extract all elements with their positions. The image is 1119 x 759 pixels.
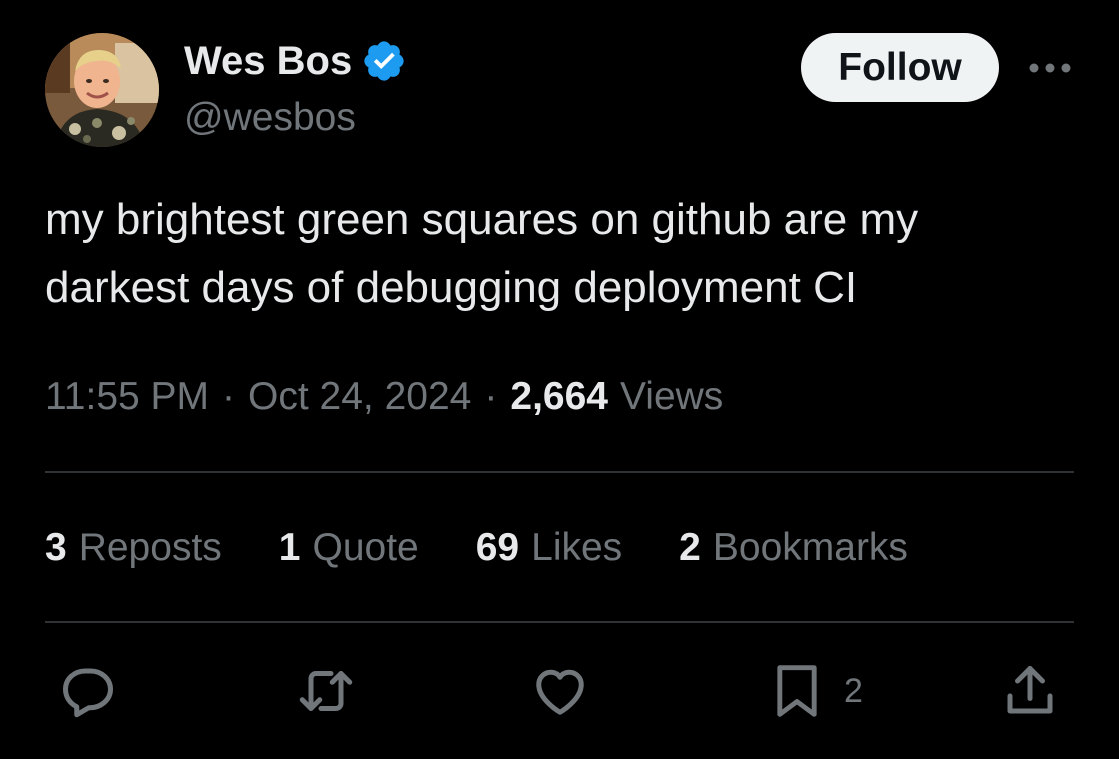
tweet-time[interactable]: 11:55 PM [45,375,209,419]
verified-badge-icon[interactable] [361,38,407,84]
meta-separator: · [222,375,236,418]
tweet-text-line: my brightest green squares on github are… [45,195,919,244]
tweet-text-line: darkest days of debugging deployment CI [45,263,858,312]
bookmark-button[interactable]: 2 [770,661,863,721]
share-icon [1007,666,1053,714]
author-handle[interactable]: @wesbos [184,95,356,141]
author-display-name[interactable]: Wes Bos [184,38,352,84]
profile-photo [45,33,159,147]
stat-label: Reposts [78,526,222,569]
stat-label: Quote [312,526,419,569]
tweet-meta: 11:55 PM · Oct 24, 2024 · 2,664 Views [45,372,723,422]
heart-icon [536,669,584,715]
stat-count: 69 [475,526,520,569]
stat-likes[interactable]: 69 Likes [476,526,622,570]
tweet-text: my brightest green squares on github are… [45,186,1085,322]
like-button[interactable] [530,661,590,721]
engagement-stats: 3 Reposts 1 Quote 69 Likes 2 Bookmarks [45,523,965,573]
reply-icon [63,668,113,718]
stat-label: Bookmarks [712,526,908,569]
stat-count: 2 [679,526,701,569]
stat-count: 1 [278,526,301,569]
tweet-date[interactable]: Oct 24, 2024 [248,375,471,419]
stat-label: Likes [531,526,623,569]
stat-quotes[interactable]: 1 Quote [279,526,419,570]
views-label: Views [619,375,724,418]
divider [45,621,1074,623]
author-row: Wes Bos [184,38,407,84]
meta-separator: · [484,375,498,418]
follow-button[interactable]: Follow [801,33,999,102]
repost-button[interactable] [295,661,357,721]
avatar[interactable] [45,33,159,147]
divider [45,471,1074,473]
stat-reposts[interactable]: 3 Reposts [45,526,222,570]
repost-icon [299,671,353,711]
stat-count: 3 [45,526,67,569]
stat-bookmarks[interactable]: 2 Bookmarks [679,526,908,570]
share-button[interactable] [1000,661,1060,721]
views-count: 2,664 [510,375,608,418]
bookmark-icon [777,665,817,717]
reply-button[interactable] [58,661,118,721]
bookmark-count: 2 [844,671,863,710]
more-dots-icon[interactable] [1027,56,1073,80]
